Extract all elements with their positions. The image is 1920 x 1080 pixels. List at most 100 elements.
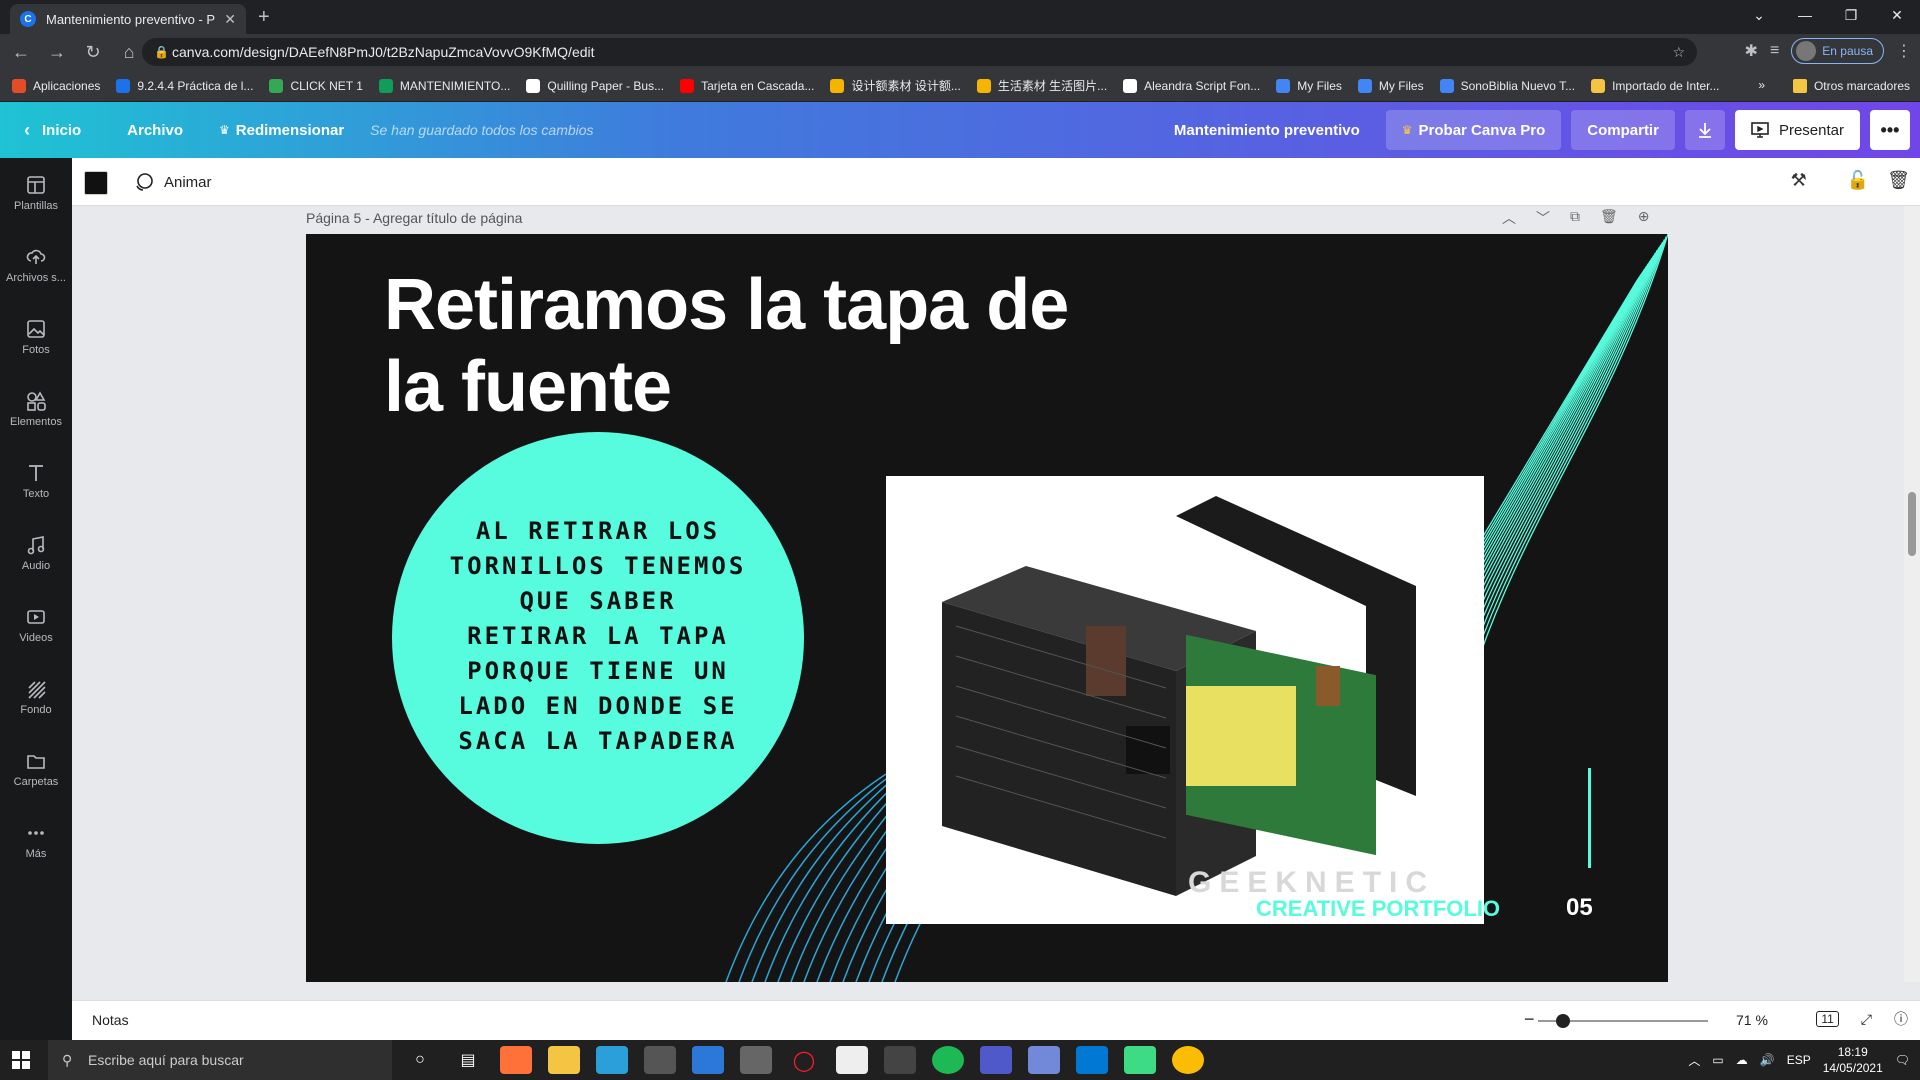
bookmark-star-icon[interactable]: ☆ [1672, 38, 1685, 66]
close-window-button[interactable]: ✕ [1874, 0, 1920, 30]
bookmark-item[interactable]: Tarjeta en Cascada... [680, 78, 814, 93]
chrome-icon[interactable] [884, 1046, 916, 1074]
restore-button[interactable]: ❐ [1828, 0, 1874, 30]
edge-icon[interactable] [596, 1046, 628, 1074]
minimize-button[interactable]: — [1782, 0, 1828, 30]
taskbar-search[interactable]: ⚲ Escribe aquí para buscar [48, 1040, 392, 1080]
more-options-button[interactable]: ••• [1870, 110, 1910, 150]
bookmark-item[interactable]: SonoBiblia Nuevo T... [1439, 78, 1575, 93]
bookmark-item[interactable]: 设计额素材 设计额... [830, 77, 961, 94]
add-page-icon[interactable]: ⊕ [1638, 208, 1650, 228]
url-field[interactable]: 🔒 canva.com/design/DAEefN8PmJ0/t2BzNapuZ… [142, 38, 1697, 66]
duplicate-page-icon[interactable]: ⧉ [1570, 208, 1580, 228]
page-grid-button[interactable]: 11 [1816, 1011, 1839, 1027]
sidebar-item-elements[interactable]: Elementos [0, 390, 72, 428]
reload-icon[interactable]: ↻ [78, 42, 108, 63]
profile-button[interactable]: En pausa [1791, 38, 1884, 64]
text-circle[interactable]: AL RETIRAR LOS TORNILLOS TENEMOS QUE SAB… [392, 432, 804, 844]
page-title-label[interactable]: Página 5 - Agregar título de página [306, 206, 522, 230]
help-icon[interactable]: ⓘ [1894, 1009, 1908, 1029]
notification-center-icon[interactable]: 🗨 [1895, 1053, 1910, 1067]
background-color-swatch[interactable] [84, 171, 108, 195]
browser-menu-icon[interactable]: ⋮ [1896, 41, 1912, 61]
file-menu-button[interactable]: Archivo [127, 122, 183, 139]
network-icon[interactable]: ▭ [1712, 1053, 1723, 1067]
sidebar-item-more[interactable]: Más [0, 822, 72, 860]
new-tab-button[interactable]: + [258, 6, 270, 29]
browser-tab[interactable]: C Mantenimiento preventivo - Pres ✕ [10, 4, 246, 34]
vscode-icon[interactable] [1076, 1046, 1108, 1074]
firefox-icon[interactable] [500, 1046, 532, 1074]
task-view-icon[interactable]: ▤ [452, 1046, 484, 1074]
slide-page-number[interactable]: 05 [1566, 894, 1593, 922]
sidebar-item-video[interactable]: Videos [0, 606, 72, 644]
close-tab-icon[interactable]: ✕ [224, 11, 236, 28]
cortana-icon[interactable]: ○ [404, 1046, 436, 1074]
chrome-alt-icon[interactable] [1172, 1046, 1204, 1074]
clock[interactable]: 18:19 14/05/2021 [1823, 1044, 1883, 1076]
mail-icon[interactable] [692, 1046, 724, 1074]
document-title[interactable]: Mantenimiento preventivo [1174, 122, 1360, 139]
bookmark-item[interactable]: Quilling Paper - Bus... [526, 78, 664, 93]
share-button[interactable]: Compartir [1571, 110, 1675, 150]
onedrive-icon[interactable]: ☁ [1736, 1053, 1748, 1067]
slide-title[interactable]: Retiramos la tapa de la fuente [384, 264, 1144, 428]
trash-icon[interactable]: 🗑 [1887, 170, 1910, 191]
bookmark-item[interactable]: Importado de Inter... [1591, 78, 1720, 93]
sidebar-item-audio[interactable]: Audio [0, 534, 72, 572]
bookmarks-overflow-button[interactable]: » [1758, 78, 1765, 92]
fullscreen-icon[interactable]: ⤢ [1861, 1011, 1872, 1028]
format-painter-icon[interactable]: ⚒ [1791, 170, 1807, 191]
spotify-icon[interactable] [932, 1046, 964, 1074]
bookmark-item[interactable]: My Files [1276, 78, 1342, 93]
portfolio-text[interactable]: CREATIVE PORTFOLIO [1256, 896, 1500, 922]
language-indicator[interactable]: ESP [1787, 1053, 1811, 1067]
media-control-icon[interactable]: ≡ [1770, 42, 1779, 60]
lock-icon[interactable]: 🔒 [154, 38, 169, 66]
bookmark-item[interactable]: Aplicaciones [12, 78, 100, 93]
tray-overflow-icon[interactable]: ︿ [1688, 1052, 1700, 1069]
download-button[interactable] [1684, 110, 1725, 150]
zoom-slider[interactable] [1538, 1014, 1708, 1028]
present-button[interactable]: Presentar [1734, 110, 1860, 150]
move-page-down-icon[interactable]: ﹀ [1536, 208, 1550, 228]
teams-icon[interactable] [980, 1046, 1012, 1074]
circle-text[interactable]: AL RETIRAR LOS TORNILLOS TENEMOS QUE SAB… [432, 514, 764, 759]
other-bookmarks-button[interactable]: Otros marcadores [1792, 70, 1910, 102]
power-supply-photo[interactable]: GEEKNETIC [886, 476, 1484, 924]
calculator-icon[interactable] [740, 1046, 772, 1074]
volume-icon[interactable]: 🔊 [1760, 1053, 1775, 1067]
vertical-scrollbar[interactable] [1904, 206, 1920, 982]
slide-canvas[interactable]: Retiramos la tapa de la fuente AL RETIRA… [306, 234, 1668, 982]
zoom-value[interactable]: 71 % [1736, 1012, 1768, 1028]
file-explorer-icon[interactable] [548, 1046, 580, 1074]
sidebar-item-text[interactable]: Texto [0, 462, 72, 500]
sidebar-item-background[interactable]: Fondo [0, 678, 72, 716]
sidebar-item-photos[interactable]: Fotos [0, 318, 72, 356]
store-icon[interactable] [644, 1046, 676, 1074]
bookmark-item[interactable]: MANTENIMIENTO... [378, 78, 510, 93]
try-pro-button[interactable]: ♛ Probar Canva Pro [1385, 110, 1562, 150]
horizontal-scrollbar[interactable] [72, 982, 1920, 1000]
bookmark-item[interactable]: Aleandra Script Fon... [1123, 78, 1260, 93]
home-button[interactable]: ‹ Inicio [24, 120, 81, 141]
sidebar-item-upload[interactable]: Archivos s... [0, 246, 72, 284]
sidebar-item-templates[interactable]: Plantillas [0, 174, 72, 212]
move-page-up-icon[interactable]: ︿ [1502, 208, 1516, 228]
opera-icon[interactable]: ◯ [788, 1046, 820, 1074]
resize-button[interactable]: ♛ Redimensionar [219, 122, 344, 139]
zoom-out-icon[interactable]: − [1524, 1009, 1535, 1030]
unlock-icon[interactable]: 🔓 [1847, 170, 1869, 191]
scrollbar-thumb[interactable] [1908, 492, 1916, 556]
bookmark-item[interactable]: 9.2.4.4 Práctica de l... [116, 78, 253, 93]
bookmark-item[interactable]: 生活素材 生活图片... [976, 77, 1107, 94]
sidebar-item-folder[interactable]: Carpetas [0, 750, 72, 788]
home-icon[interactable]: ⌂ [114, 42, 144, 63]
discord-icon[interactable] [1028, 1046, 1060, 1074]
bookmark-item[interactable]: My Files [1357, 78, 1424, 93]
notepad-icon[interactable] [836, 1046, 868, 1074]
notes-button[interactable]: Notas [92, 1012, 129, 1028]
tab-search-icon[interactable]: ⌄ [1736, 0, 1782, 30]
windows-start-icon[interactable] [12, 1051, 30, 1069]
forward-icon[interactable]: → [42, 42, 72, 63]
